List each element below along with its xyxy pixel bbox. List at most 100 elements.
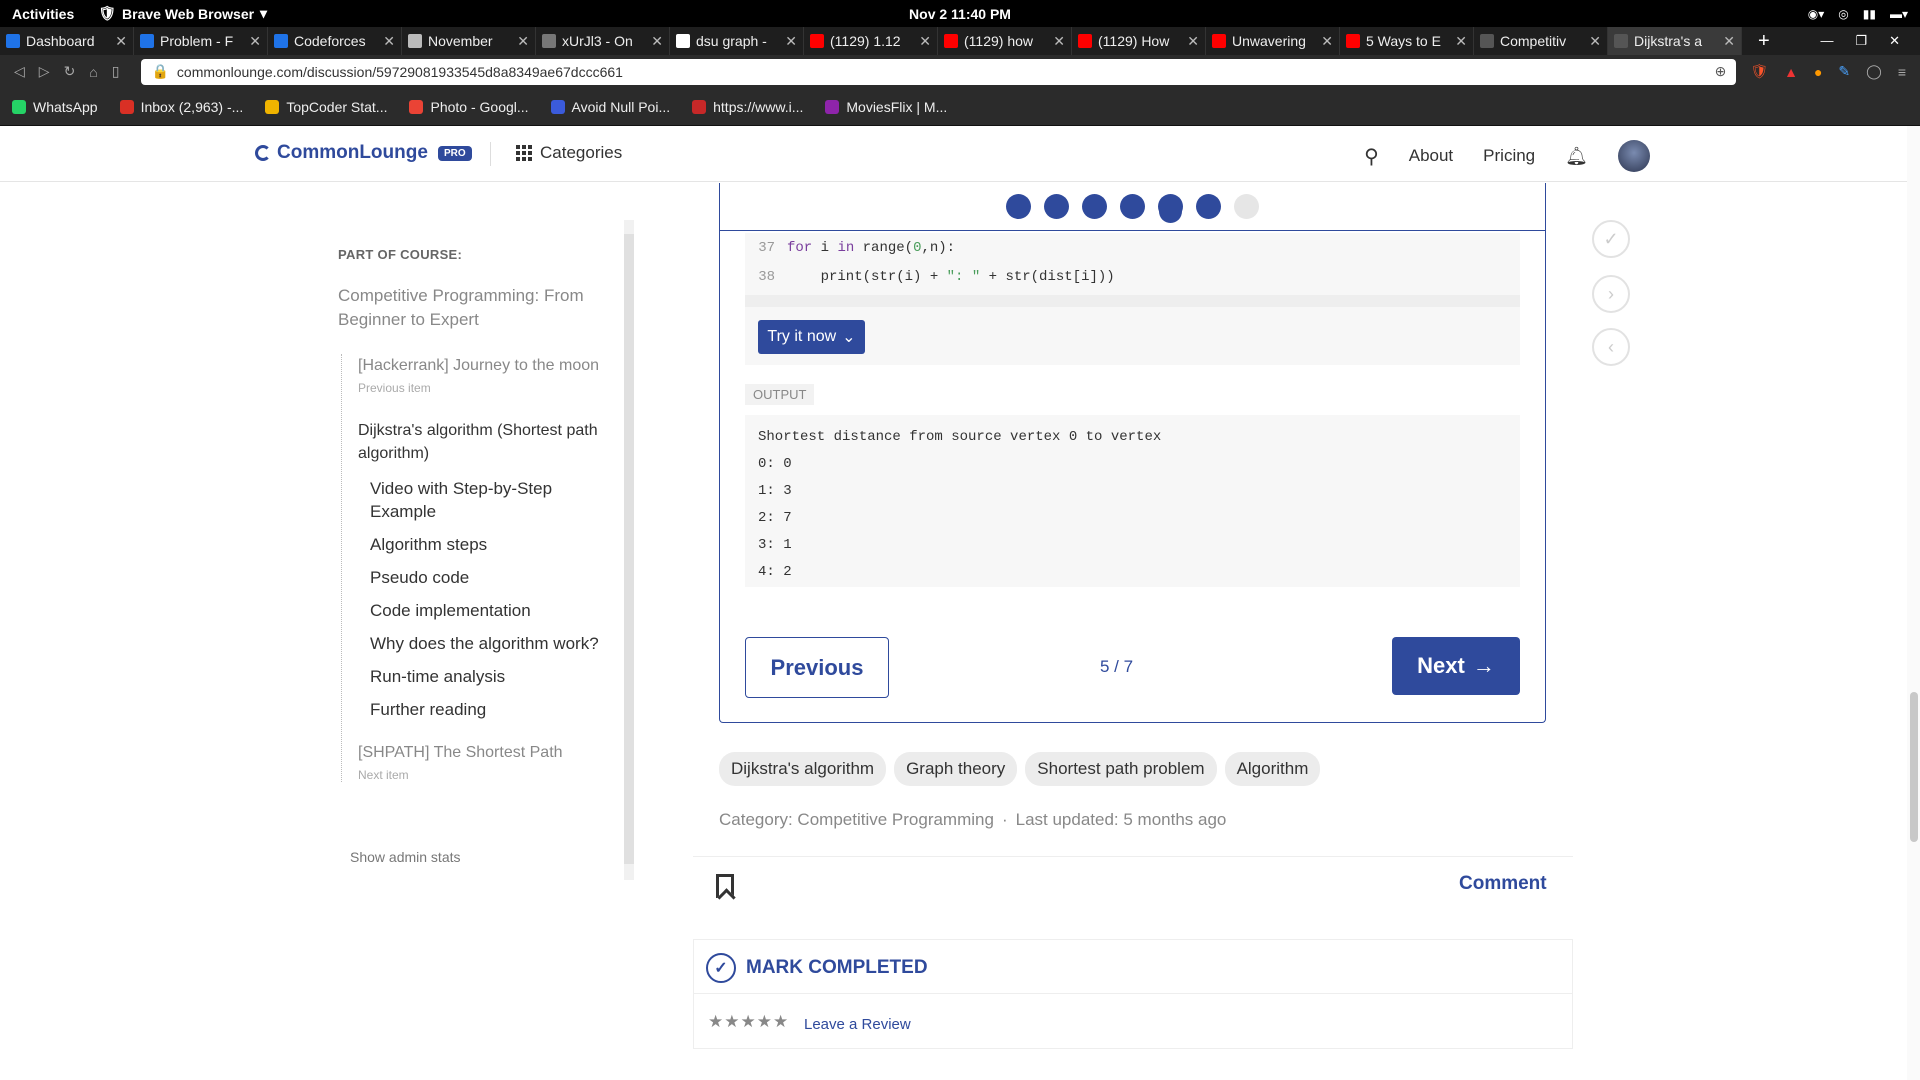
tag-chip[interactable]: Dijkstra's algorithm	[719, 752, 887, 786]
browser-tab[interactable]: Competitiv ✕	[1474, 27, 1608, 55]
pen-extension-icon[interactable]: ✎	[1838, 63, 1850, 80]
zoom-icon[interactable]: ⊕	[1715, 63, 1727, 80]
browser-tab[interactable]: xUrJl3 - On ✕	[536, 27, 670, 55]
browser-tab[interactable]: Dashboard ✕	[0, 27, 134, 55]
browser-tab[interactable]: Dijkstra's a ✕	[1608, 27, 1742, 55]
close-tab-icon[interactable]: ✕	[1321, 33, 1333, 50]
minimize-icon[interactable]: —	[1820, 33, 1833, 49]
step-dot[interactable]	[1234, 194, 1259, 219]
accessibility-icon[interactable]: ◉▾	[1808, 7, 1825, 21]
leave-review-link[interactable]: Leave a Review	[804, 1016, 911, 1033]
code-horizontal-scrollbar[interactable]	[745, 295, 1520, 307]
bookmark-item[interactable]: Avoid Null Poi...	[550, 99, 670, 115]
url-field[interactable]: 🔒 commonlounge.com/discussion/5972908193…	[141, 58, 1737, 85]
step-link[interactable]: Code implementation	[370, 599, 608, 622]
tag-chip[interactable]: Algorithm	[1224, 752, 1321, 786]
step-link[interactable]: Further reading	[370, 698, 608, 721]
try-it-now-button[interactable]: Try it now ⌄	[758, 320, 865, 354]
bookmark-item[interactable]: TopCoder Stat...	[265, 99, 387, 115]
page-scroll-thumb[interactable]	[1910, 692, 1918, 842]
profile-icon[interactable]: ◯	[1866, 63, 1882, 80]
brave-rewards-icon[interactable]: ▲	[1784, 64, 1798, 80]
site-logo[interactable]: CommonLounge PRO	[255, 142, 472, 164]
close-window-icon[interactable]: ✕	[1889, 33, 1900, 49]
step-dot[interactable]	[1006, 194, 1031, 219]
close-tab-icon[interactable]: ✕	[785, 33, 797, 50]
tag-chip[interactable]: Shortest path problem	[1025, 752, 1217, 786]
step-dot[interactable]	[1158, 194, 1183, 219]
extension-icon[interactable]: ●	[1814, 64, 1822, 80]
chevron-left-icon[interactable]: ‹	[1592, 328, 1630, 366]
close-tab-icon[interactable]: ✕	[1723, 33, 1735, 50]
close-tab-icon[interactable]: ✕	[383, 33, 395, 50]
sidebar-scroll-thumb[interactable]	[624, 234, 634, 864]
browser-tab[interactable]: Unwavering ✕	[1206, 27, 1340, 55]
browser-tab[interactable]: November ✕	[402, 27, 536, 55]
browser-app-menu[interactable]: 🛡 Brave Web Browser ▾	[98, 5, 267, 22]
bookmark-item[interactable]: MoviesFlix | M...	[825, 99, 947, 115]
close-tab-icon[interactable]: ✕	[249, 33, 261, 50]
step-dot[interactable]	[1120, 194, 1145, 219]
previous-button[interactable]: Previous	[745, 637, 889, 698]
sidebar-scrollbar[interactable]	[624, 220, 634, 880]
page-scrollbar[interactable]	[1907, 126, 1920, 1080]
reload-icon[interactable]: ↻	[64, 63, 76, 80]
restore-icon[interactable]: ❐	[1855, 33, 1867, 49]
search-icon[interactable]: ⚲	[1364, 144, 1379, 169]
step-dot[interactable]	[1044, 194, 1069, 219]
step-link[interactable]: Video with Step-by-Step Example	[370, 477, 608, 523]
battery-icon[interactable]: ▬▾	[1890, 7, 1908, 21]
step-dot[interactable]	[1082, 194, 1107, 219]
close-tab-icon[interactable]: ✕	[115, 33, 127, 50]
mark-completed-button[interactable]: ✓ MARK COMPLETED	[706, 953, 928, 983]
close-tab-icon[interactable]: ✕	[1053, 33, 1065, 50]
browser-tab[interactable]: (1129) how ✕	[938, 27, 1072, 55]
browser-tab[interactable]: Problem - F ✕	[134, 27, 268, 55]
bookmark-item[interactable]: Photo - Googl...	[409, 99, 529, 115]
close-tab-icon[interactable]: ✕	[1455, 33, 1467, 50]
bookmark-page-icon[interactable]: ▯	[112, 63, 120, 80]
current-item[interactable]: Dijkstra's algorithm (Shortest path algo…	[358, 419, 608, 465]
bookmark-icon[interactable]	[716, 874, 734, 898]
categories-menu[interactable]: Categories	[516, 143, 622, 163]
forward-icon[interactable]: ▷	[39, 63, 50, 80]
activities-button[interactable]: Activities	[12, 6, 74, 22]
next-item-link[interactable]: [SHPATH] The Shortest Path	[358, 741, 608, 764]
browser-tab[interactable]: Codeforces ✕	[268, 27, 402, 55]
system-clock[interactable]: Nov 2 11:40 PM	[909, 6, 1011, 22]
home-icon[interactable]: ⌂	[89, 64, 97, 80]
brave-shields-icon[interactable]: 🛡	[1750, 63, 1768, 80]
show-admin-stats-link[interactable]: Show admin stats	[350, 849, 461, 865]
step-link[interactable]: Algorithm steps	[370, 533, 608, 556]
volume-icon[interactable]: ▮▮	[1863, 7, 1876, 21]
previous-item-link[interactable]: [Hackerrank] Journey to the moon	[358, 354, 608, 377]
browser-tab[interactable]: (1129) How ✕	[1072, 27, 1206, 55]
browser-tab[interactable]: dsu graph - ✕	[670, 27, 804, 55]
step-link[interactable]: Run-time analysis	[370, 665, 608, 688]
close-tab-icon[interactable]: ✕	[919, 33, 931, 50]
chevron-right-icon[interactable]: ›	[1592, 275, 1630, 313]
avatar[interactable]	[1618, 140, 1650, 172]
close-tab-icon[interactable]: ✕	[517, 33, 529, 50]
step-link[interactable]: Pseudo code	[370, 566, 608, 589]
star-rating[interactable]: ★★★★★	[708, 1012, 789, 1032]
step-dot[interactable]	[1196, 194, 1221, 219]
pricing-link[interactable]: Pricing	[1483, 146, 1535, 166]
close-tab-icon[interactable]: ✕	[651, 33, 663, 50]
next-button[interactable]: Next →	[1392, 637, 1520, 695]
network-icon[interactable]: ◎	[1838, 7, 1848, 21]
about-link[interactable]: About	[1409, 146, 1453, 166]
bookmark-item[interactable]: https://www.i...	[692, 99, 803, 115]
comment-button[interactable]: Comment	[1459, 873, 1547, 895]
close-tab-icon[interactable]: ✕	[1187, 33, 1199, 50]
bell-icon[interactable]: 🔔︎	[1565, 146, 1588, 167]
system-tray[interactable]: ◉▾ ◎ ▮▮ ▬▾	[1808, 7, 1908, 21]
menu-icon[interactable]: ≡	[1898, 64, 1906, 80]
bookmark-item[interactable]: Inbox (2,963) -...	[119, 99, 243, 115]
bookmark-item[interactable]: WhatsApp	[12, 99, 98, 115]
tag-chip[interactable]: Graph theory	[894, 752, 1018, 786]
new-tab-button[interactable]: +	[1758, 30, 1770, 53]
course-title-link[interactable]: Competitive Programming: From Beginner t…	[338, 284, 608, 332]
close-tab-icon[interactable]: ✕	[1589, 33, 1601, 50]
back-icon[interactable]: ◁	[14, 63, 25, 80]
